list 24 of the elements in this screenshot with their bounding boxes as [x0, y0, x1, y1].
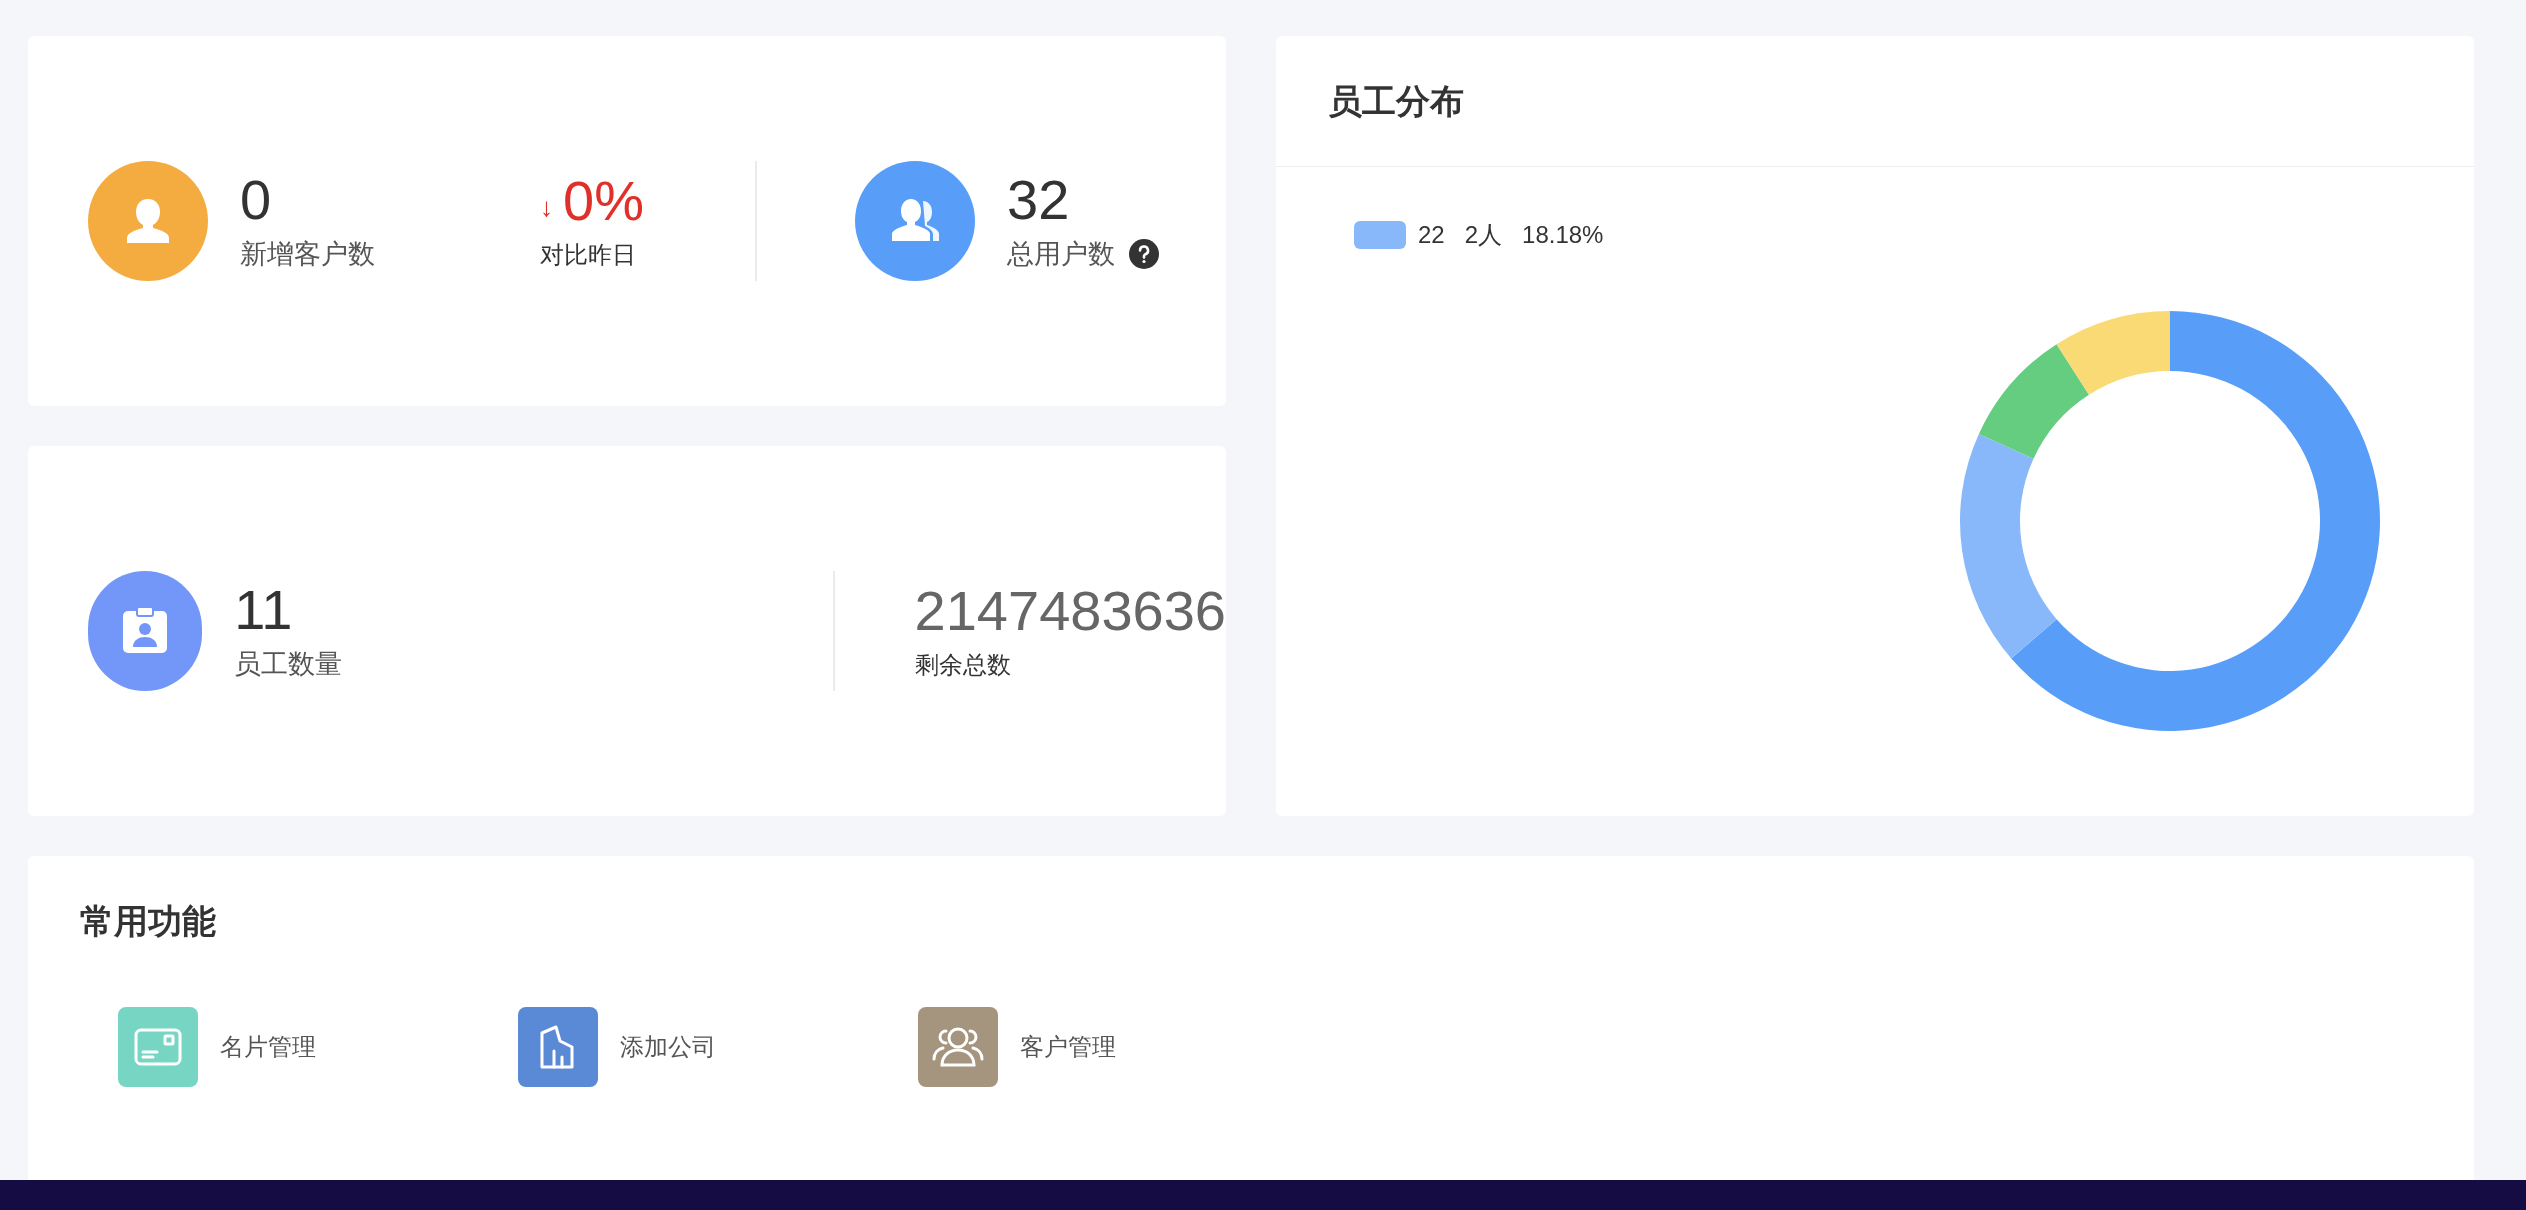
legend-count: 2人 [1464, 220, 1503, 250]
change-percent: 0% [563, 169, 644, 233]
stat-value: 0 [240, 167, 273, 232]
stat-value: 2147483636 [914, 579, 1226, 643]
compare-label: 对比昨日 [540, 240, 637, 270]
stat-label: 剩余总数 [914, 650, 1012, 680]
down-arrow-icon: ↓ [540, 188, 553, 227]
shortcut-label[interactable]: 名片管理 [220, 1029, 316, 1065]
help-icon[interactable] [1129, 239, 1159, 269]
legend-swatch[interactable] [1354, 221, 1406, 249]
stat-value: 32 [1007, 167, 1071, 232]
legend-percent: 18.18% [1522, 220, 1604, 250]
stat-label: 新增客户数 [240, 237, 376, 271]
card-title: 常用功能 [80, 901, 217, 942]
shortcut-tile[interactable] [118, 1007, 198, 1087]
shortcut-tile[interactable] [518, 1007, 598, 1087]
stat-label: 总用户数 [1007, 237, 1115, 271]
shortcut-tile[interactable] [918, 1007, 998, 1087]
stat-label: 员工数量 [234, 647, 344, 681]
card-title: 员工分布 [1328, 80, 1464, 122]
shortcut-label[interactable]: 添加公司 [620, 1029, 716, 1065]
shortcut-label[interactable]: 客户管理 [1020, 1029, 1116, 1065]
stat-value: 11 [234, 577, 294, 642]
legend-label[interactable]: 22 [1418, 217, 1445, 253]
